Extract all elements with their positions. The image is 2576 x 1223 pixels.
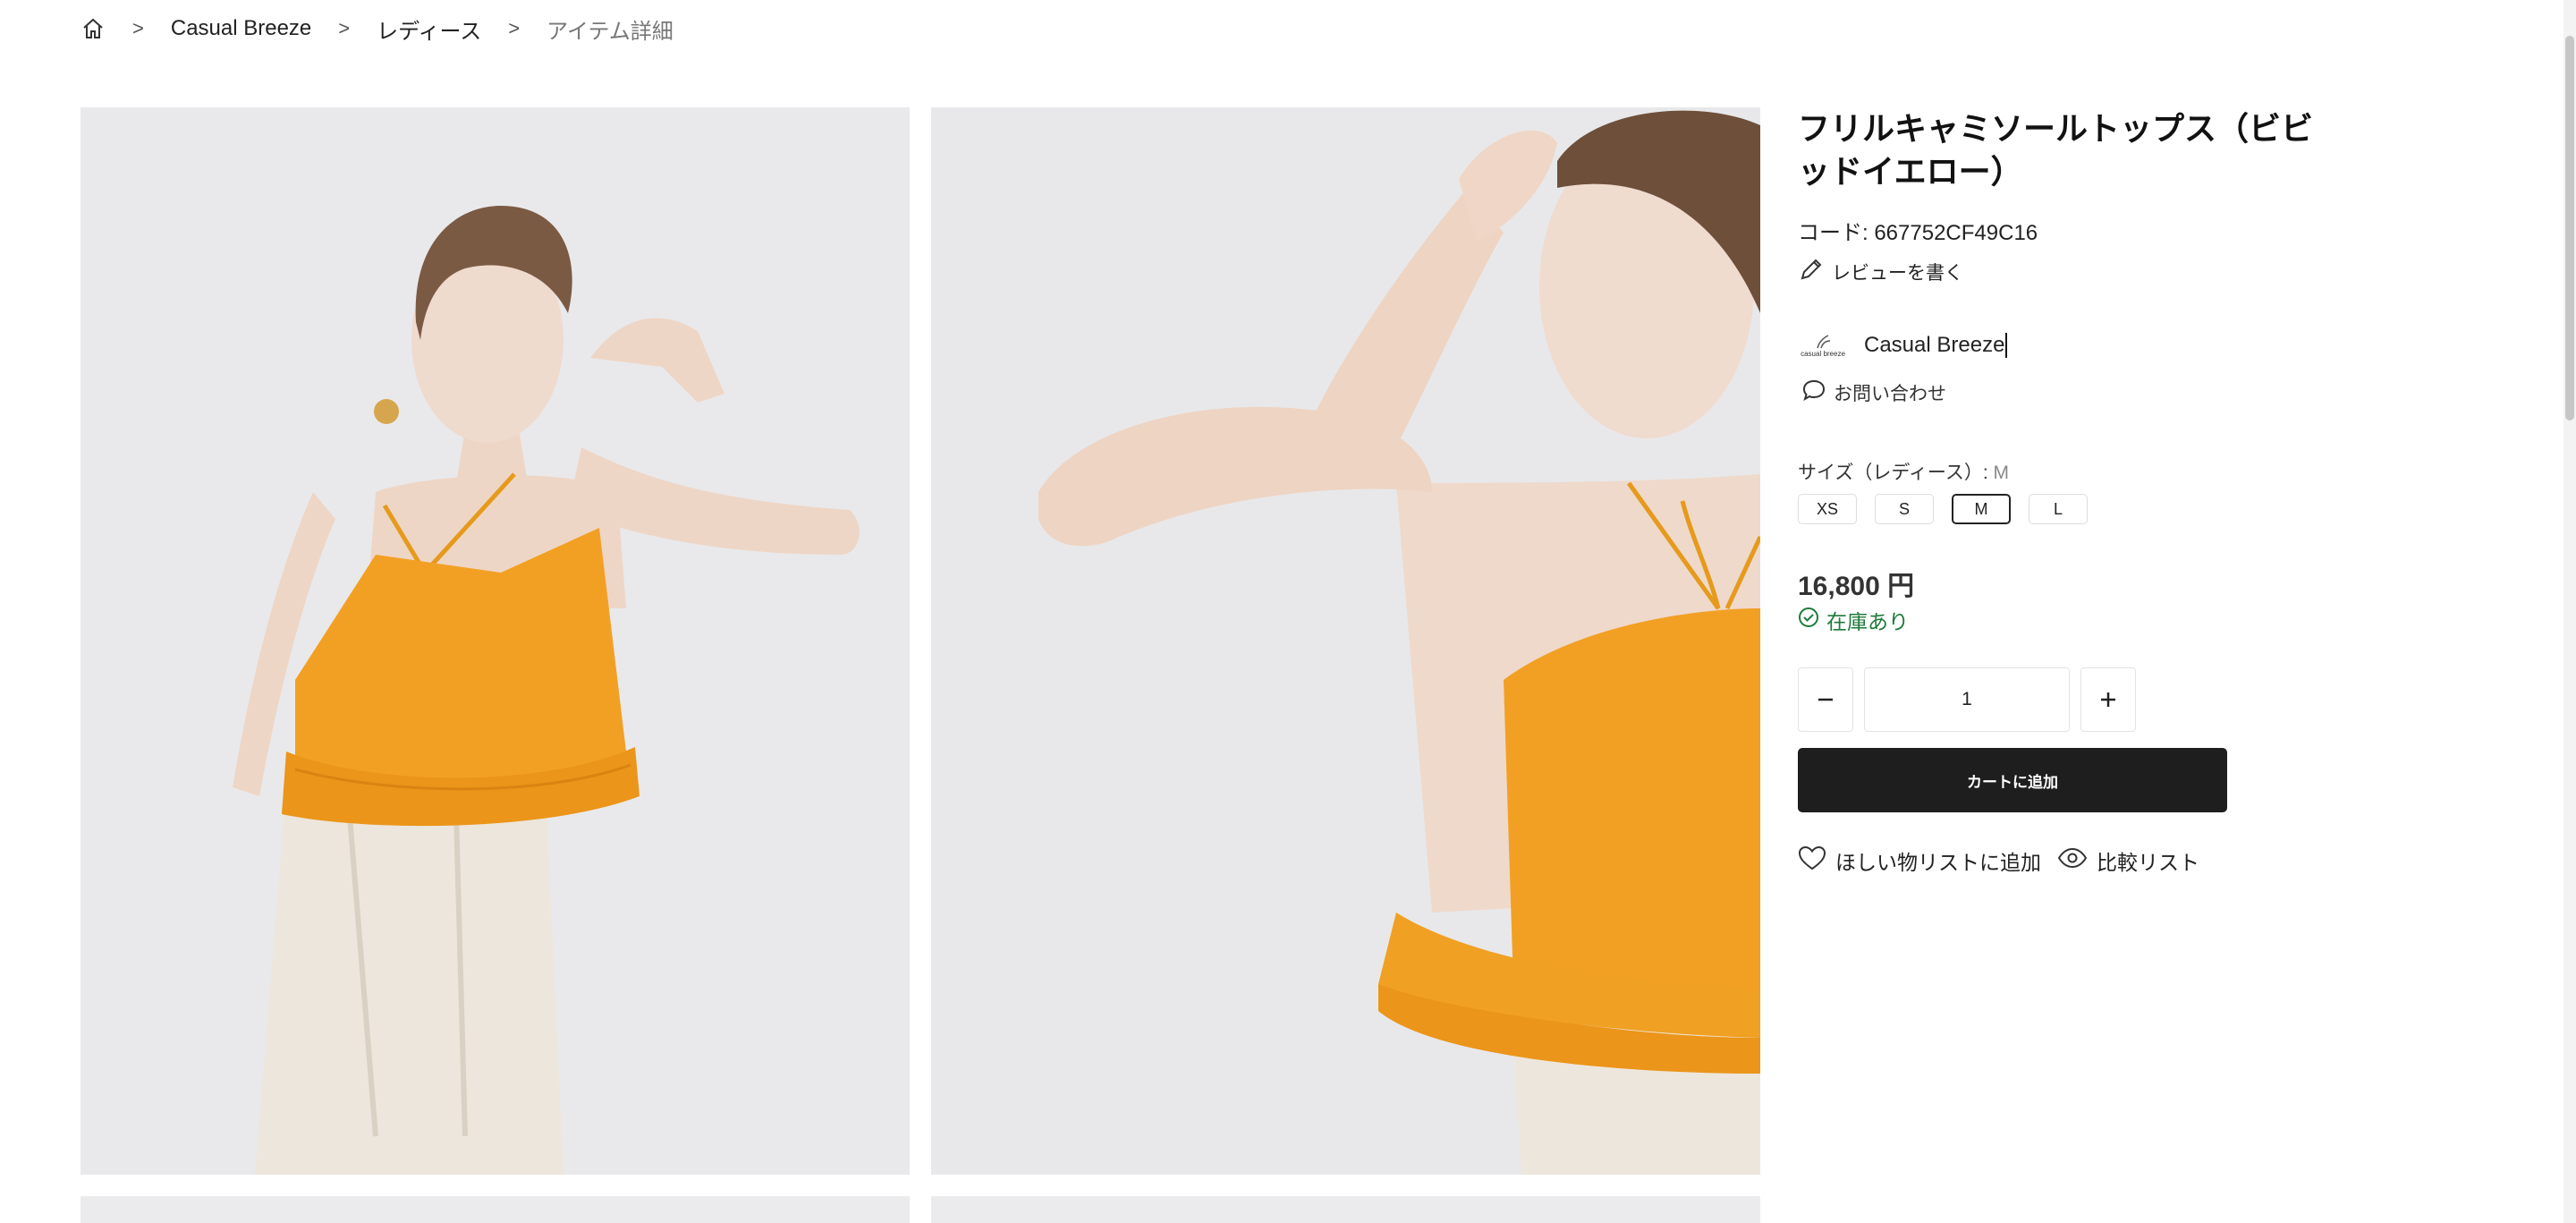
eye-icon — [2057, 847, 2088, 874]
breadcrumb-item-shop[interactable]: Casual Breeze — [171, 16, 311, 41]
size-label: サイズ（レディース）: M — [1798, 463, 2010, 483]
chevron-right-icon: > — [508, 17, 521, 39]
chat-bubble-icon — [1801, 378, 1826, 408]
quantity-input[interactable]: 1 — [1864, 667, 2070, 732]
home-icon[interactable] — [80, 16, 106, 41]
size-option-l[interactable]: L — [2029, 494, 2088, 524]
product-price: 16,800 円 — [1798, 572, 1915, 601]
shop-name: Casual Breeze — [1864, 333, 2005, 357]
quantity-increase-button[interactable] — [2080, 667, 2136, 732]
size-options: XS S M L — [1798, 494, 2088, 524]
write-review-link[interactable]: レビューを書く — [1798, 256, 1963, 288]
page-scrollbar-thumb[interactable] — [2565, 36, 2574, 420]
stock-status: 在庫あり — [1798, 605, 1909, 635]
stock-label: 在庫あり — [1826, 610, 1909, 633]
inquiry-label: お問い合わせ — [1834, 384, 1946, 404]
shop-logo: casual breeze — [1798, 327, 1848, 363]
check-circle-icon — [1798, 607, 1819, 633]
product-image-main[interactable] — [80, 107, 910, 1175]
size-option-m[interactable]: M — [1952, 494, 2011, 524]
product-image-third[interactable] — [80, 1196, 910, 1223]
shop-link[interactable]: casual breeze Casual Breeze — [1798, 327, 2008, 363]
plus-icon — [2101, 692, 2115, 707]
breadcrumb-item-ladies[interactable]: レディース — [377, 13, 481, 45]
breadcrumb: > Casual Breeze > レディース > アイテム詳細 — [80, 11, 674, 47]
product-image-secondary[interactable] — [931, 107, 1760, 1175]
wishlist-label: ほしい物リストに追加 — [1835, 851, 2041, 874]
quantity-stepper: 1 — [1798, 667, 2136, 732]
size-selected-value: M — [1993, 463, 2010, 483]
compare-list-button[interactable]: 比較リスト — [2057, 845, 2199, 876]
write-review-label: レビューを書く — [1832, 263, 1963, 284]
minus-icon — [1818, 698, 1833, 701]
compare-label: 比較リスト — [2097, 851, 2199, 874]
quantity-decrease-button[interactable] — [1798, 667, 1853, 732]
text-caret — [2005, 333, 2008, 358]
add-to-cart-button[interactable]: カートに追加 — [1798, 748, 2227, 812]
breadcrumb-item-current: アイテム詳細 — [547, 19, 674, 44]
chevron-right-icon: > — [338, 17, 351, 39]
chevron-right-icon: > — [132, 17, 144, 39]
add-to-wishlist-button[interactable]: ほしい物リストに追加 — [1798, 845, 2041, 877]
product-code: コード: 667752CF49C16 — [1798, 221, 2038, 245]
inquiry-link[interactable]: お問い合わせ — [1801, 378, 1946, 408]
product-image-fourth[interactable] — [931, 1196, 1760, 1223]
heart-icon — [1798, 845, 1826, 877]
product-title: フリルキャミソールトップス（ビビッドイエロー） — [1798, 110, 2314, 190]
secondary-actions: ほしい物リストに追加 比較リスト — [1798, 845, 2216, 877]
size-option-xs[interactable]: XS — [1798, 494, 1857, 524]
size-option-s[interactable]: S — [1875, 494, 1934, 524]
pencil-icon — [1798, 256, 1825, 288]
